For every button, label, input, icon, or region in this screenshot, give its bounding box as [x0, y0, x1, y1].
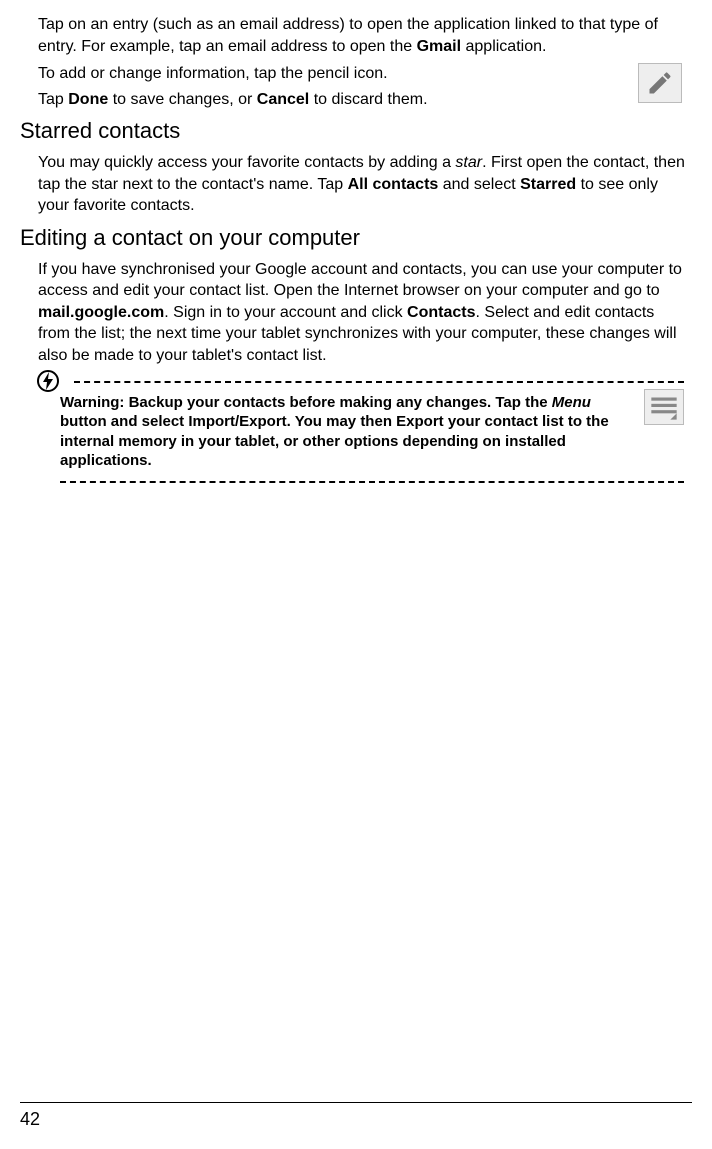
pencil-instruction: To add or change information, tap the pe… — [38, 63, 688, 85]
text: Tap — [38, 91, 68, 108]
url-bold: mail.google.com — [38, 304, 164, 321]
text: Tap on an entry (such as an email addres… — [38, 16, 658, 55]
editing-body: If you have synchronised your Google acc… — [38, 259, 688, 367]
text: If you have synchronised your Google acc… — [38, 261, 682, 300]
text: Warning: Backup your contacts before mak… — [60, 394, 552, 411]
intro-tap-entry: Tap on an entry (such as an email addres… — [38, 14, 688, 57]
text: application. — [461, 38, 546, 55]
allcontacts-bold: All contacts — [348, 176, 439, 193]
menu-icon — [644, 389, 684, 425]
page-number: 42 — [20, 1107, 692, 1131]
text: to discard them. — [309, 91, 427, 108]
menu-italic: Menu — [552, 394, 591, 411]
warning-text: Warning: Backup your contacts before mak… — [42, 383, 692, 481]
text: button and select Import/Export. You may… — [60, 413, 609, 469]
starred-bold: Starred — [520, 176, 576, 193]
gmail-bold: Gmail — [417, 38, 461, 55]
cancel-bold: Cancel — [257, 91, 309, 108]
starred-heading: Starred contacts — [20, 116, 692, 146]
warning-border-bottom — [60, 481, 684, 483]
done-bold: Done — [68, 91, 108, 108]
editing-heading: Editing a contact on your computer — [20, 223, 692, 253]
pencil-icon — [638, 63, 682, 103]
text: . Sign in to your account and click — [164, 304, 407, 321]
star-italic: star — [455, 154, 482, 171]
starred-body: You may quickly access your favorite con… — [38, 152, 688, 217]
warning-block: Warning: Backup your contacts before mak… — [42, 381, 692, 483]
text: to save changes, or — [108, 91, 257, 108]
page-footer: 42 — [20, 1102, 692, 1131]
contacts-bold: Contacts — [407, 304, 475, 321]
done-cancel-instruction: Tap Done to save changes, or Cancel to d… — [38, 89, 688, 111]
text: You may quickly access your favorite con… — [38, 154, 455, 171]
footer-line — [20, 1102, 692, 1103]
text: and select — [438, 176, 520, 193]
